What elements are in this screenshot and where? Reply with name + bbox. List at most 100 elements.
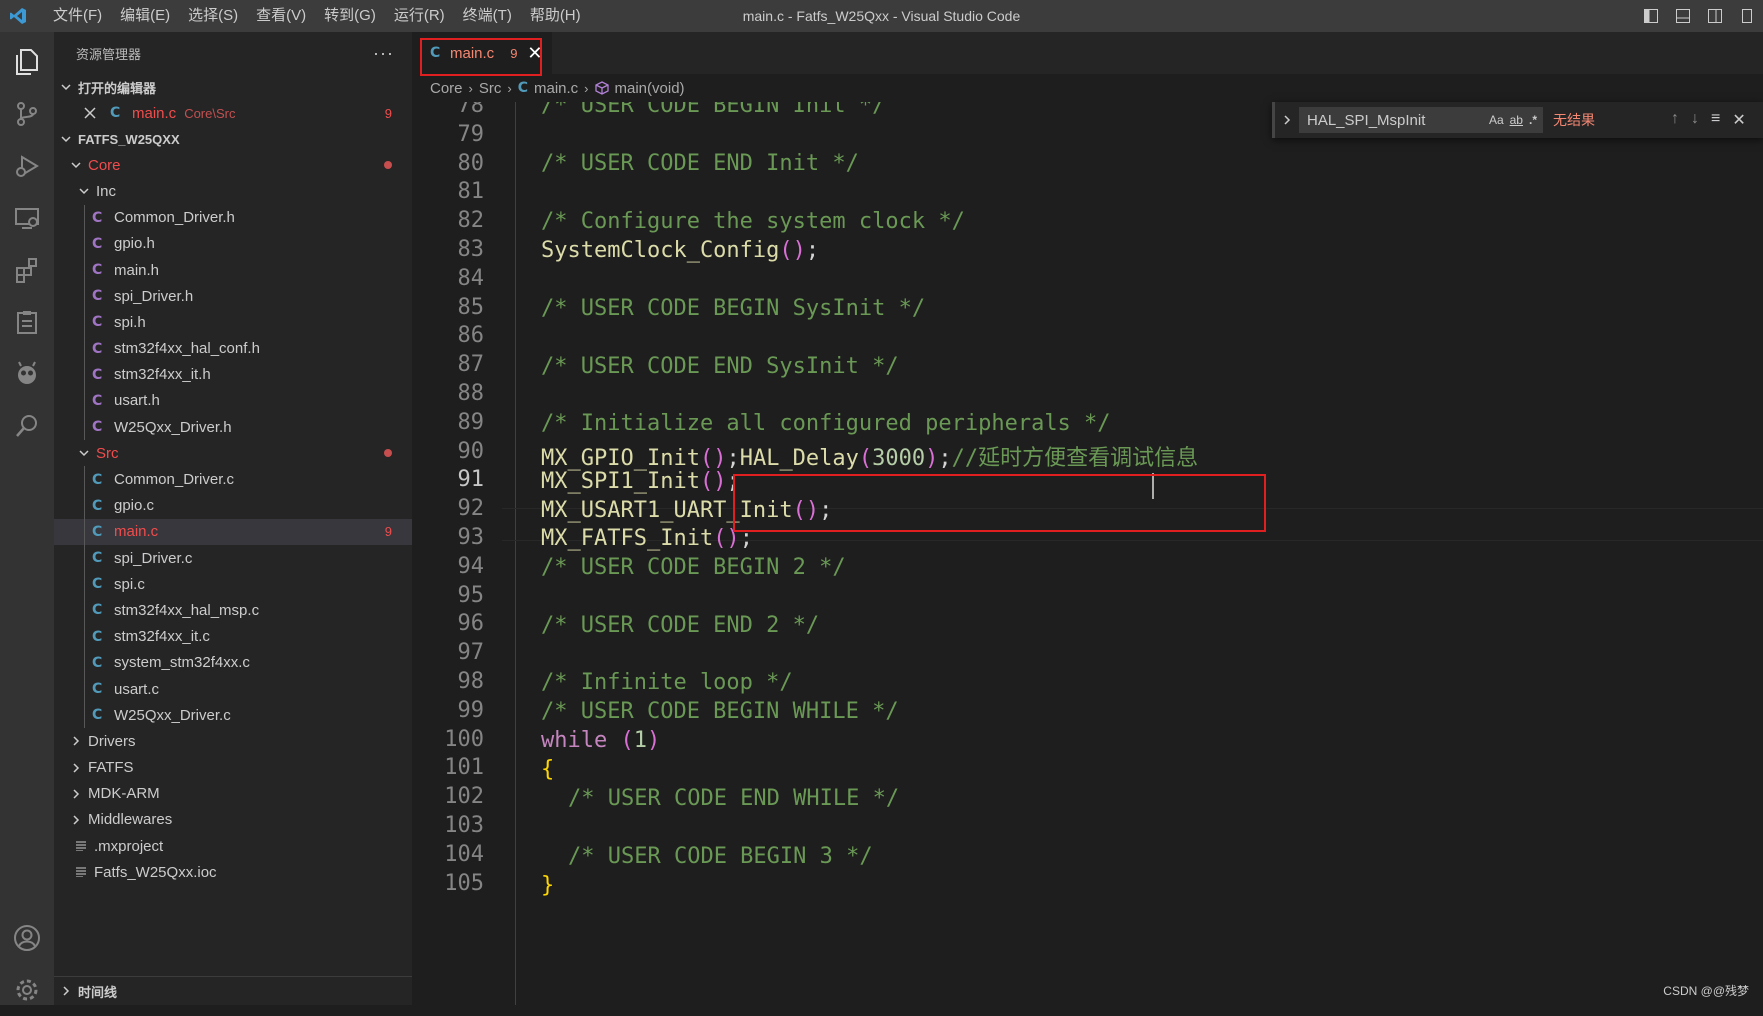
- file-label: gpio.h: [114, 235, 155, 253]
- folder-item[interactable]: Drivers: [54, 728, 412, 754]
- modified-dot: [384, 161, 392, 170]
- customize-layout-icon[interactable]: [1731, 8, 1763, 24]
- close-icon[interactable]: ✕: [1732, 110, 1745, 130]
- chevron-right-icon: [58, 985, 74, 997]
- file-item[interactable]: Cmain.h: [54, 257, 412, 283]
- menu-help[interactable]: 帮助(H): [521, 0, 590, 32]
- arrow-up-icon[interactable]: ↑: [1671, 110, 1679, 130]
- line-number: 96: [457, 611, 485, 637]
- explorer-header: 资源管理器 ···: [54, 32, 412, 74]
- breadcrumb-src[interactable]: Src: [479, 80, 502, 97]
- breadcrumb-core[interactable]: Core: [430, 80, 463, 97]
- find-input[interactable]: HAL_SPI_MspInit Aa ab .*: [1299, 107, 1543, 133]
- more-actions-icon[interactable]: ···: [373, 43, 394, 64]
- breadcrumb-file[interactable]: main.c: [534, 80, 578, 97]
- folder-item[interactable]: Middlewares: [54, 807, 412, 833]
- file-item[interactable]: Cusart.c: [54, 676, 412, 702]
- source-control-icon[interactable]: [0, 88, 54, 140]
- folder-label: FATFS: [88, 759, 134, 777]
- match-case-icon[interactable]: Aa: [1489, 113, 1504, 127]
- line-number: 81: [457, 179, 485, 205]
- file-item[interactable]: Cmain.c 9: [54, 518, 412, 545]
- folder-label: Core: [88, 156, 121, 174]
- c-file-icon: C: [517, 80, 528, 96]
- toggle-sidebar-icon[interactable]: [1635, 8, 1667, 24]
- chevron-right-icon: [68, 788, 84, 800]
- code-line-87: /* USER CODE END SysInit */: [541, 354, 899, 379]
- line-number: 78: [457, 102, 485, 118]
- file-item[interactable]: Cgpio.h: [54, 231, 412, 257]
- chevron-down-icon: [58, 133, 74, 145]
- line-number: 88: [457, 381, 485, 406]
- toggle-secondary-sidebar-icon[interactable]: [1699, 8, 1731, 24]
- folder-item[interactable]: FATFS: [54, 755, 412, 781]
- file-item[interactable]: Fatfs_W25Qxx.ioc: [54, 859, 412, 885]
- file-item[interactable]: Cstm32f4xx_hal_conf.h: [54, 336, 412, 362]
- line-number: 84: [457, 265, 485, 291]
- open-editor-main-c[interactable]: C main.c Core\Src 9: [54, 100, 412, 126]
- code-line-98: /* Infinite loop */: [541, 670, 793, 695]
- line-number: 86: [457, 323, 485, 349]
- file-item[interactable]: Cspi_Driver.h: [54, 283, 412, 309]
- folder-item[interactable]: MDK-ARM: [54, 781, 412, 807]
- clipboard-icon[interactable]: [0, 296, 54, 348]
- platformio-icon[interactable]: [0, 348, 54, 400]
- settings-gear-icon[interactable]: [0, 964, 54, 1016]
- file-item[interactable]: .mxproject: [54, 833, 412, 859]
- find-result-status: 无结果: [1553, 112, 1595, 128]
- search-icon[interactable]: [0, 400, 54, 452]
- menu-file[interactable]: 文件(F): [44, 0, 111, 32]
- arrow-down-icon[interactable]: ↓: [1691, 110, 1699, 130]
- c-file-icon: C: [92, 576, 103, 593]
- folder-inc[interactable]: Inc: [54, 178, 412, 204]
- account-icon[interactable]: [0, 912, 54, 964]
- file-item[interactable]: Cgpio.c: [54, 493, 412, 519]
- file-item[interactable]: Cstm32f4xx_hal_msp.c: [54, 597, 412, 623]
- open-editors-section[interactable]: 打开的编辑器: [54, 74, 412, 100]
- menu-view[interactable]: 查看(V): [247, 0, 315, 32]
- file-item[interactable]: Cusart.h: [54, 388, 412, 414]
- code-editor[interactable]: 78 79 80 81 82 83 84 85 86 87 88 89 90 91 92 93 94 95 96 97…: [412, 102, 1763, 1005]
- menu-go[interactable]: 转到(G): [315, 0, 385, 32]
- folder-label: MDK-ARM: [88, 785, 160, 803]
- project-section[interactable]: FATFS_W25QXX: [54, 126, 412, 152]
- folder-src[interactable]: Src: [54, 440, 412, 466]
- find-in-selection-icon[interactable]: ≡: [1711, 110, 1720, 130]
- toggle-panel-icon[interactable]: [1667, 8, 1699, 24]
- file-item[interactable]: Cstm32f4xx_it.c: [54, 624, 412, 650]
- file-label: system_stm32f4xx.c: [114, 654, 250, 672]
- menu-selection[interactable]: 选择(S): [179, 0, 247, 32]
- file-label: usart.c: [114, 680, 160, 698]
- remote-explorer-icon[interactable]: [0, 192, 54, 244]
- highlight-box-tab: [420, 38, 542, 76]
- menu-terminal[interactable]: 终端(T): [454, 0, 521, 32]
- file-item[interactable]: C W25Qxx_Driver.h: [54, 414, 412, 440]
- file-item[interactable]: Cspi.c: [54, 571, 412, 597]
- run-debug-icon[interactable]: [0, 140, 54, 192]
- c-file-icon: C: [92, 550, 103, 567]
- file-item[interactable]: C Common_Driver.h: [54, 205, 412, 231]
- folder-core[interactable]: Core: [54, 152, 412, 178]
- regex-icon[interactable]: .*: [1529, 113, 1537, 127]
- src-file-list: C Common_Driver.c Cgpio.c Cmain.c 9 Cspi_Driv…: [54, 466, 412, 729]
- code-line-101: {: [541, 757, 555, 782]
- menu-run[interactable]: 运行(R): [385, 0, 454, 32]
- find-query: HAL_SPI_MspInit: [1307, 111, 1426, 129]
- menu-edit[interactable]: 编辑(E): [111, 0, 179, 32]
- close-icon[interactable]: [84, 107, 98, 119]
- file-item[interactable]: C Common_Driver.c: [54, 466, 412, 492]
- file-item[interactable]: C W25Qxx_Driver.c: [54, 702, 412, 728]
- file-item[interactable]: Cstm32f4xx_it.h: [54, 362, 412, 388]
- code-line-85: /* USER CODE BEGIN SysInit */: [541, 296, 926, 321]
- code-line-93: MX_FATFS_Init();: [541, 526, 753, 551]
- file-item[interactable]: Cspi.h: [54, 309, 412, 335]
- extensions-icon[interactable]: [0, 244, 54, 296]
- file-item[interactable]: Cspi_Driver.c: [54, 545, 412, 571]
- open-editor-filename: main.c: [132, 104, 177, 122]
- file-item[interactable]: Csystem_stm32f4xx.c: [54, 650, 412, 676]
- timeline-section[interactable]: 时间线: [54, 976, 412, 1005]
- toggle-replace-chevron-icon[interactable]: [1275, 114, 1299, 126]
- explorer-icon[interactable]: [0, 36, 54, 88]
- whole-word-icon[interactable]: ab: [1510, 113, 1523, 127]
- breadcrumb-symbol[interactable]: main(void): [615, 80, 685, 97]
